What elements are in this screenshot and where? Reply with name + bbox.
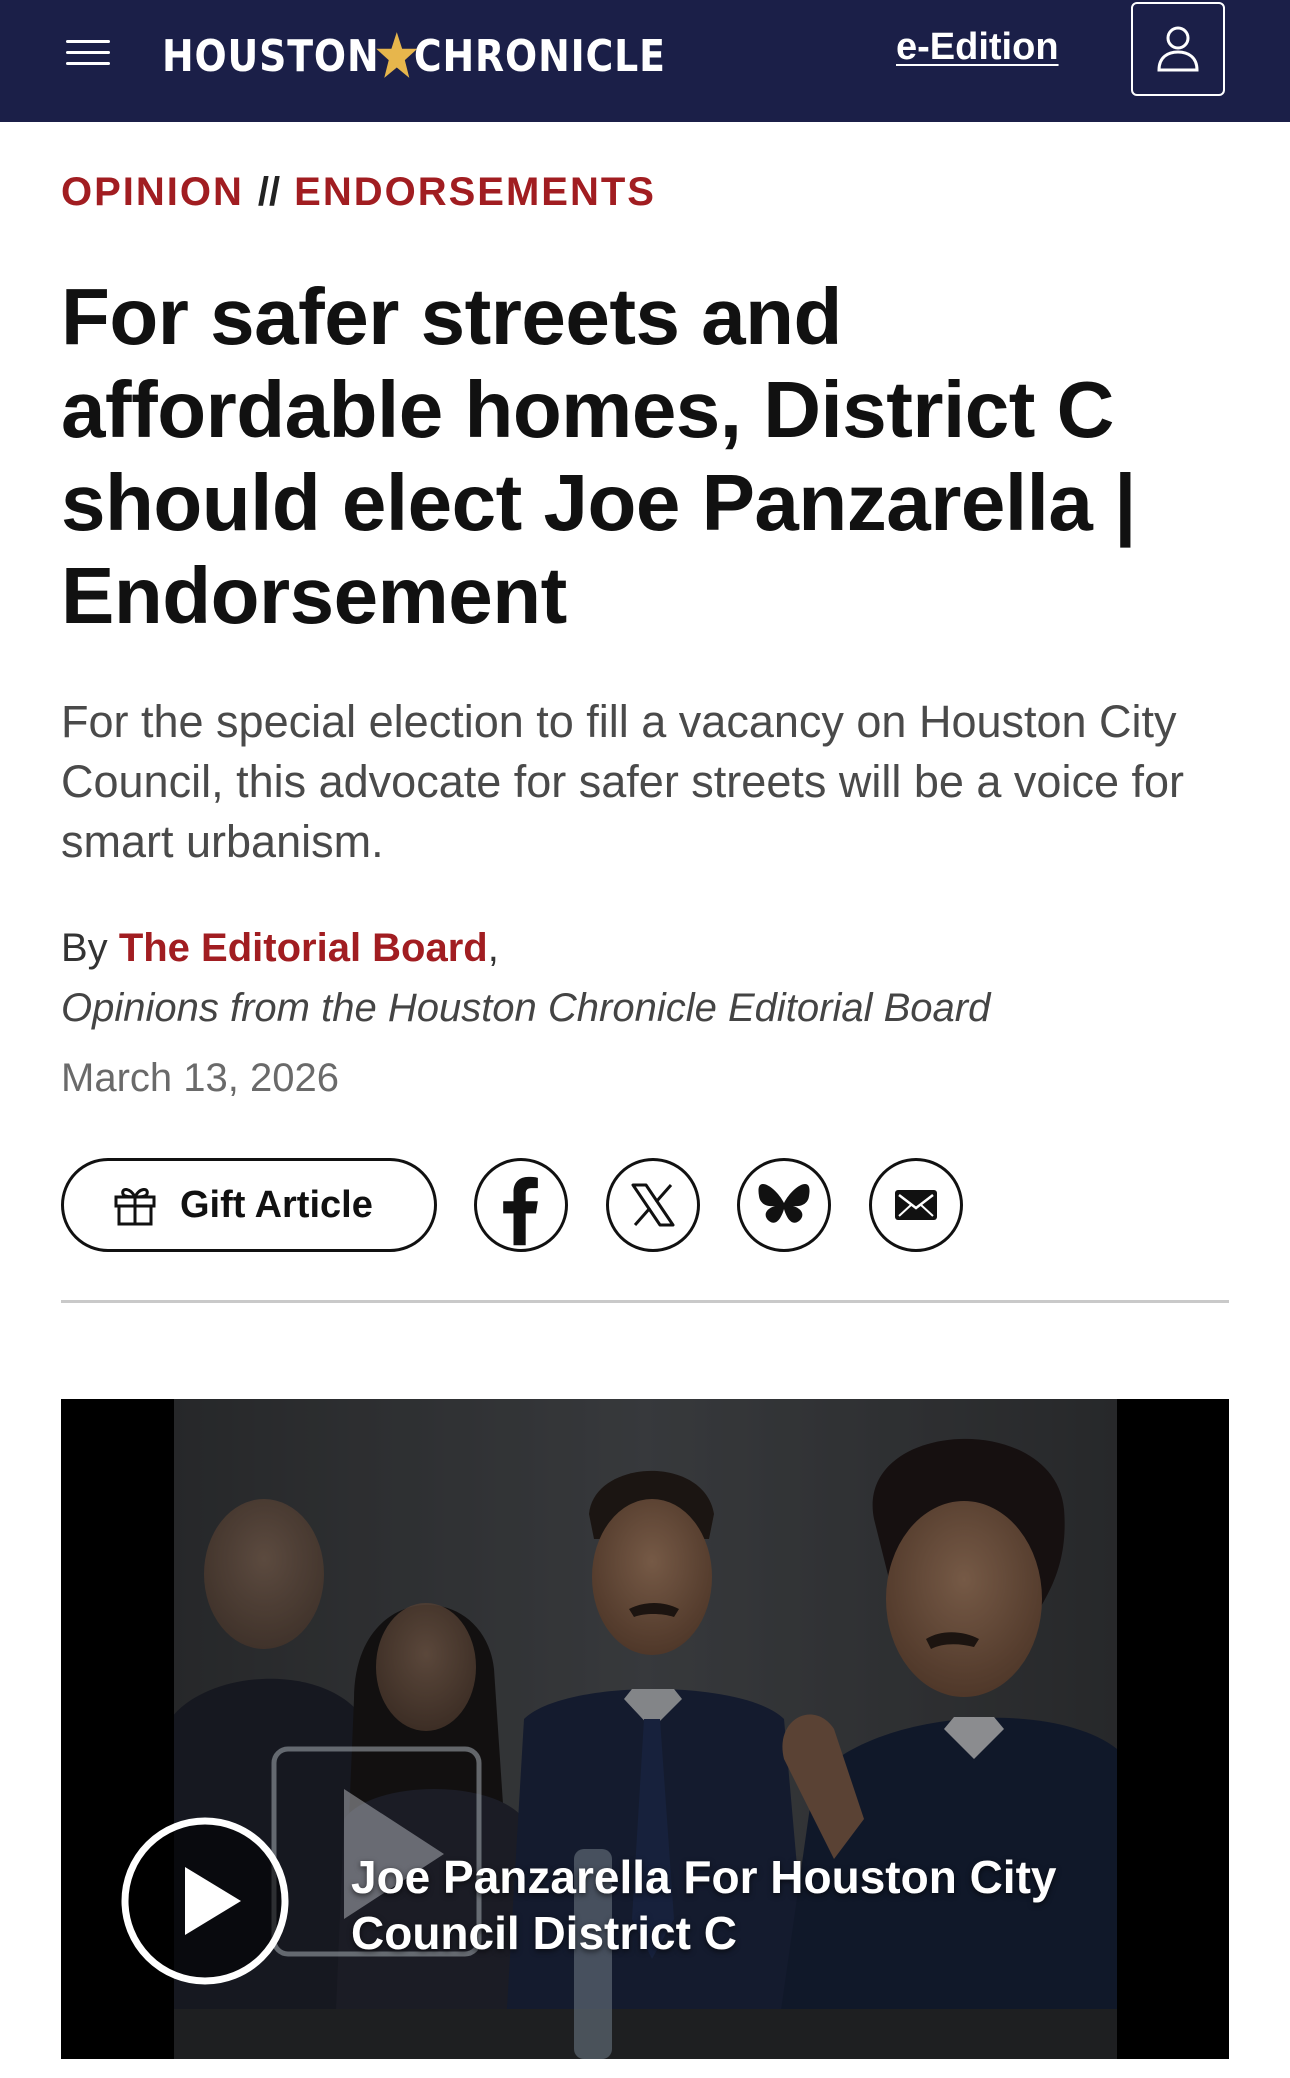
kicker-separator: // <box>257 170 281 214</box>
author-link[interactable]: The Editorial Board <box>119 926 488 970</box>
facebook-icon <box>503 1176 538 1246</box>
star-icon <box>376 32 418 78</box>
section-kicker: OPINION // ENDORSEMENTS <box>61 170 656 215</box>
kicker-subsection-link[interactable]: ENDORSEMENTS <box>294 170 656 214</box>
byline-prefix: By <box>61 926 108 970</box>
video-player[interactable]: Joe Panzarella For Houston City Council … <box>61 1399 1229 2059</box>
share-email-button[interactable] <box>869 1158 963 1252</box>
byline: By The Editorial Board, <box>61 926 499 971</box>
share-x-button[interactable] <box>606 1158 700 1252</box>
hamburger-menu-icon[interactable] <box>66 38 112 68</box>
play-icon[interactable] <box>119 1815 291 1987</box>
publish-date: March 13, 2026 <box>61 1056 339 1100</box>
kicker-section-link[interactable]: OPINION <box>61 170 244 214</box>
bluesky-icon <box>758 1184 810 1223</box>
logo-text-right: CHRONICLE <box>413 30 666 82</box>
gift-article-label: Gift Article <box>180 1183 373 1226</box>
logo-text-left: HOUSTON <box>162 30 380 82</box>
e-edition-link[interactable]: e-Edition <box>896 26 1059 69</box>
user-icon <box>1157 26 1199 72</box>
account-button[interactable] <box>1131 2 1225 96</box>
share-facebook-button[interactable] <box>474 1158 568 1252</box>
article-dek: For the special election to fill a vacan… <box>61 696 1185 867</box>
gift-article-button[interactable]: Gift Article <box>61 1158 437 1252</box>
byline-comma: , <box>487 926 499 970</box>
x-icon <box>631 1183 675 1227</box>
top-nav-bar: HOUSTON CHRONICLE e-Edition <box>0 0 1290 122</box>
gift-icon <box>114 1188 156 1226</box>
email-icon <box>895 1190 937 1220</box>
video-title: Joe Panzarella For Houston City Council … <box>351 1851 1057 1959</box>
section-divider <box>61 1300 1229 1303</box>
share-bluesky-button[interactable] <box>737 1158 831 1252</box>
author-affiliation: Opinions from the Houston Chronicle Edit… <box>61 986 991 1030</box>
article-headline: For safer streets and affordable homes, … <box>61 272 1136 640</box>
houston-chronicle-logo[interactable]: HOUSTON CHRONICLE <box>162 26 666 86</box>
